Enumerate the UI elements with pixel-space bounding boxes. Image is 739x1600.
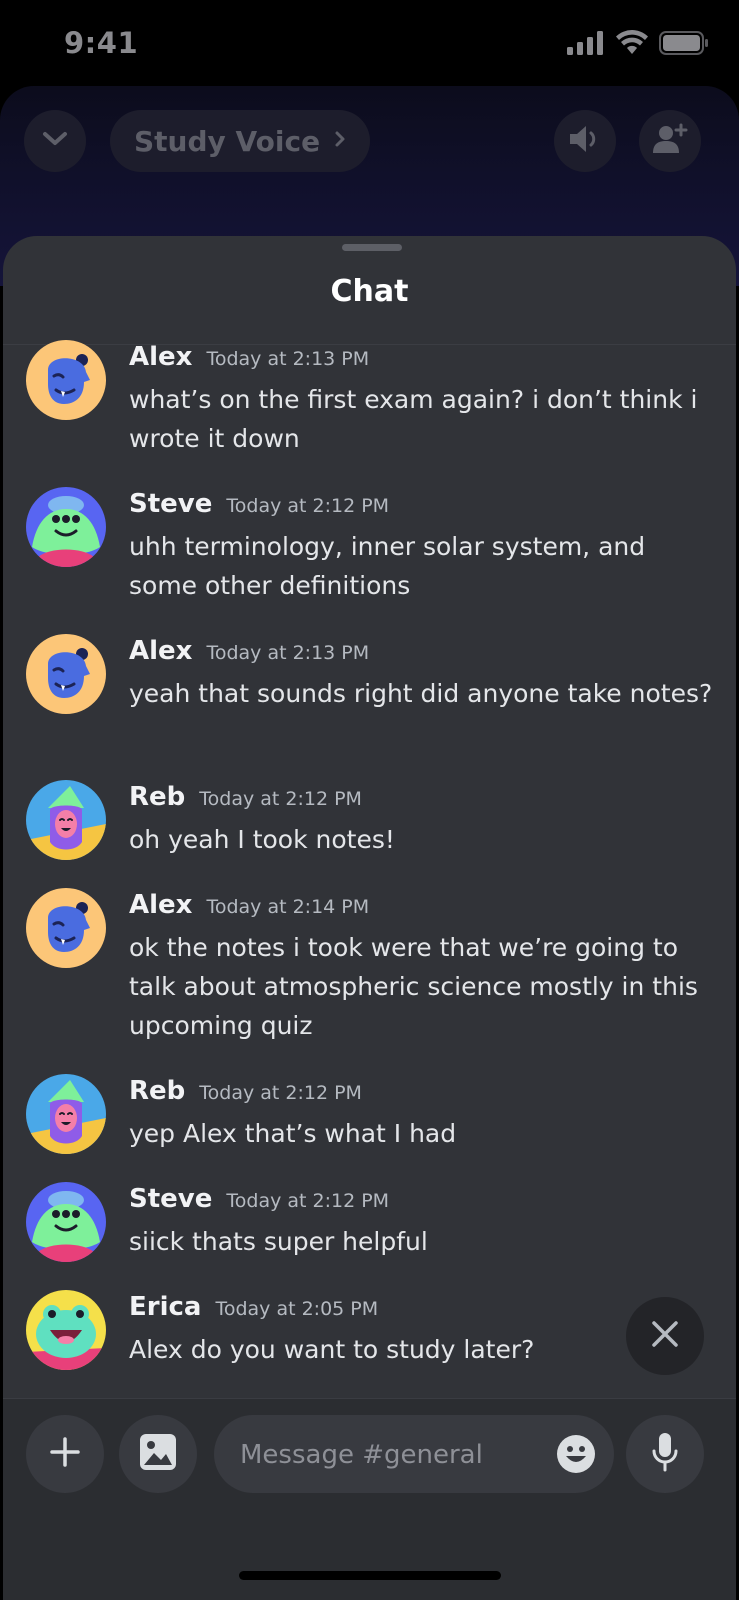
message-text: uhh terminology, inner solar system, and… xyxy=(129,532,646,600)
author-name[interactable]: Reb xyxy=(129,1076,185,1106)
attach-button[interactable] xyxy=(26,1415,104,1493)
status-icons xyxy=(567,30,709,60)
message-composer xyxy=(3,1398,736,1600)
message-text: ok the notes i took were that we’re goin… xyxy=(129,933,698,1040)
author-name[interactable]: Steve xyxy=(129,1184,212,1214)
avatar[interactable] xyxy=(26,780,106,860)
home-indicator[interactable] xyxy=(239,1571,501,1580)
chevron-down-icon xyxy=(41,130,69,152)
image-icon xyxy=(139,1433,177,1475)
message-header: Steve Today at 2:12 PM xyxy=(129,1184,389,1214)
plus-icon xyxy=(49,1436,81,1472)
battery-icon xyxy=(659,31,709,59)
reb-avatar-icon xyxy=(26,780,106,860)
add-user-button[interactable] xyxy=(639,110,701,172)
timestamp: Today at 2:14 PM xyxy=(206,896,370,918)
signal-icon xyxy=(567,31,605,59)
avatar[interactable] xyxy=(26,1290,106,1370)
collapse-button[interactable] xyxy=(24,110,86,172)
author-name[interactable]: Steve xyxy=(129,489,212,519)
avatar[interactable] xyxy=(26,340,106,420)
message-text: siick thats super helpful xyxy=(129,1227,428,1256)
alex-avatar-icon xyxy=(26,634,106,714)
message-input[interactable] xyxy=(238,1415,542,1495)
timestamp: Today at 2:13 PM xyxy=(206,642,370,664)
message-header: Alex Today at 2:13 PM xyxy=(129,342,369,372)
message-header: Alex Today at 2:14 PM xyxy=(129,890,369,920)
timestamp: Today at 2:12 PM xyxy=(226,495,390,517)
header-divider xyxy=(3,344,736,345)
emoji-icon[interactable] xyxy=(556,1434,596,1474)
timestamp: Today at 2:12 PM xyxy=(199,788,362,810)
avatar[interactable] xyxy=(26,1182,106,1262)
message-header: Steve Today at 2:12 PM xyxy=(129,489,389,519)
gallery-button[interactable] xyxy=(119,1415,197,1493)
author-name[interactable]: Erica xyxy=(129,1292,201,1322)
timestamp: Today at 2:13 PM xyxy=(206,348,370,370)
author-name[interactable]: Alex xyxy=(129,890,192,920)
timestamp: Today at 2:12 PM xyxy=(226,1190,390,1212)
drag-handle[interactable] xyxy=(342,244,402,251)
steve-avatar-icon xyxy=(26,487,106,567)
chat-sheet: Chat Alex Today at 2:13 PM what’s on the … xyxy=(3,236,736,1600)
alex-avatar-icon xyxy=(26,888,106,968)
steve-avatar-icon xyxy=(26,1182,106,1262)
reb-avatar-icon xyxy=(26,1074,106,1154)
alex-avatar-icon xyxy=(26,340,106,420)
message-input-wrapper xyxy=(214,1415,614,1495)
close-chat-button[interactable] xyxy=(626,1297,704,1375)
author-name[interactable]: Alex xyxy=(129,636,192,666)
avatar[interactable] xyxy=(26,634,106,714)
author-name[interactable]: Reb xyxy=(129,782,185,812)
message-header: Erica Today at 2:05 PM xyxy=(129,1292,378,1322)
message-text: what’s on the first exam again? i don’t … xyxy=(129,385,698,453)
voice-channel-name: Study Voice xyxy=(134,124,321,158)
voice-channel-button[interactable]: Study Voice xyxy=(110,110,371,172)
voice-message-button[interactable] xyxy=(626,1415,704,1493)
author-name[interactable]: Alex xyxy=(129,342,192,372)
erica-avatar-icon xyxy=(26,1290,106,1370)
add-user-icon xyxy=(652,123,688,159)
status-time: 9:41 xyxy=(64,26,139,60)
timestamp: Today at 2:05 PM xyxy=(215,1298,379,1320)
sheet-title: Chat xyxy=(330,274,409,309)
message-text: yep Alex that’s what I had xyxy=(129,1119,457,1148)
message-header: Reb Today at 2:12 PM xyxy=(129,1076,362,1106)
avatar[interactable] xyxy=(26,487,106,567)
avatar[interactable] xyxy=(26,1074,106,1154)
wifi-icon xyxy=(615,30,649,60)
timestamp: Today at 2:12 PM xyxy=(199,1082,362,1104)
status-bar: 9:41 xyxy=(0,0,739,88)
chevron-right-icon xyxy=(334,130,346,152)
speaker-icon xyxy=(568,124,602,158)
speaker-button[interactable] xyxy=(554,110,616,172)
message-text: oh yeah I took notes! xyxy=(129,825,395,854)
message-header: Reb Today at 2:12 PM xyxy=(129,782,362,812)
message-header: Alex Today at 2:13 PM xyxy=(129,636,369,666)
microphone-icon xyxy=(651,1432,679,1476)
message-text: yeah that sounds right did anyone take n… xyxy=(129,679,713,708)
close-icon xyxy=(650,1319,680,1353)
avatar[interactable] xyxy=(26,888,106,968)
